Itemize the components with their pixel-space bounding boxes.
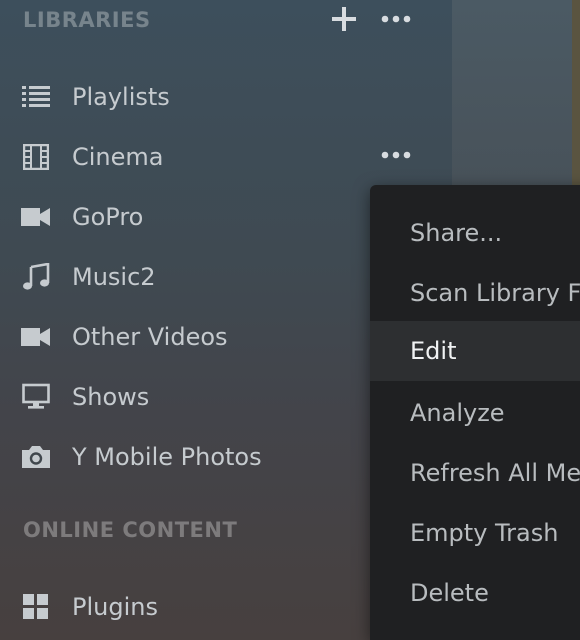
- menu-item-label: Refresh All Metadata: [410, 459, 580, 487]
- sidebar-item-label: Playlists: [72, 83, 170, 111]
- monitor-icon: [20, 381, 52, 413]
- grid-icon: [20, 591, 52, 623]
- cinema-more-button[interactable]: [378, 140, 414, 170]
- menu-item-label: Analyze: [410, 399, 505, 427]
- menu-item-label: Edit: [410, 337, 457, 365]
- menu-item-edit[interactable]: Edit: [370, 321, 580, 381]
- add-library-button[interactable]: [326, 2, 362, 36]
- libraries-more-button[interactable]: [378, 2, 414, 36]
- sidebar-item-label: Cinema: [72, 143, 164, 171]
- menu-item-label: Share...: [410, 219, 503, 247]
- more-horizontal-icon: [381, 15, 411, 23]
- menu-item-share[interactable]: Share...: [370, 203, 580, 263]
- menu-item-empty-trash[interactable]: Empty Trash: [370, 503, 580, 563]
- menu-item-label: Delete: [410, 579, 489, 607]
- sidebar-item-label: Shows: [72, 383, 150, 411]
- menu-item-refresh-all-metadata[interactable]: Refresh All Metadata: [370, 443, 580, 503]
- plus-icon: [332, 7, 356, 31]
- menu-item-scan-library-files[interactable]: Scan Library Files: [370, 263, 580, 323]
- film-icon: [20, 141, 52, 173]
- libraries-section-title: LIBRARIES: [23, 8, 151, 32]
- sidebar-item-label: Music2: [72, 263, 156, 291]
- menu-item-delete[interactable]: Delete: [370, 563, 580, 623]
- sidebar-item-label: GoPro: [72, 203, 144, 231]
- library-context-menu: Share... Scan Library Files Edit Analyze…: [370, 185, 580, 640]
- sidebar-item-playlists[interactable]: Playlists: [0, 67, 452, 127]
- menu-item-analyze[interactable]: Analyze: [370, 383, 580, 443]
- online-content-section-title: ONLINE CONTENT: [23, 518, 238, 542]
- camera-icon: [20, 441, 52, 473]
- sidebar-item-label: Y Mobile Photos: [72, 443, 262, 471]
- video-camera-icon: [20, 321, 52, 353]
- menu-item-label: Empty Trash: [410, 519, 559, 547]
- more-horizontal-icon: [381, 151, 411, 159]
- video-camera-icon: [20, 201, 52, 233]
- menu-item-label: Scan Library Files: [410, 279, 580, 307]
- sidebar-item-label: Plugins: [72, 593, 158, 621]
- list-icon: [20, 81, 52, 113]
- music-note-icon: [20, 261, 52, 293]
- sidebar-item-label: Other Videos: [72, 323, 228, 351]
